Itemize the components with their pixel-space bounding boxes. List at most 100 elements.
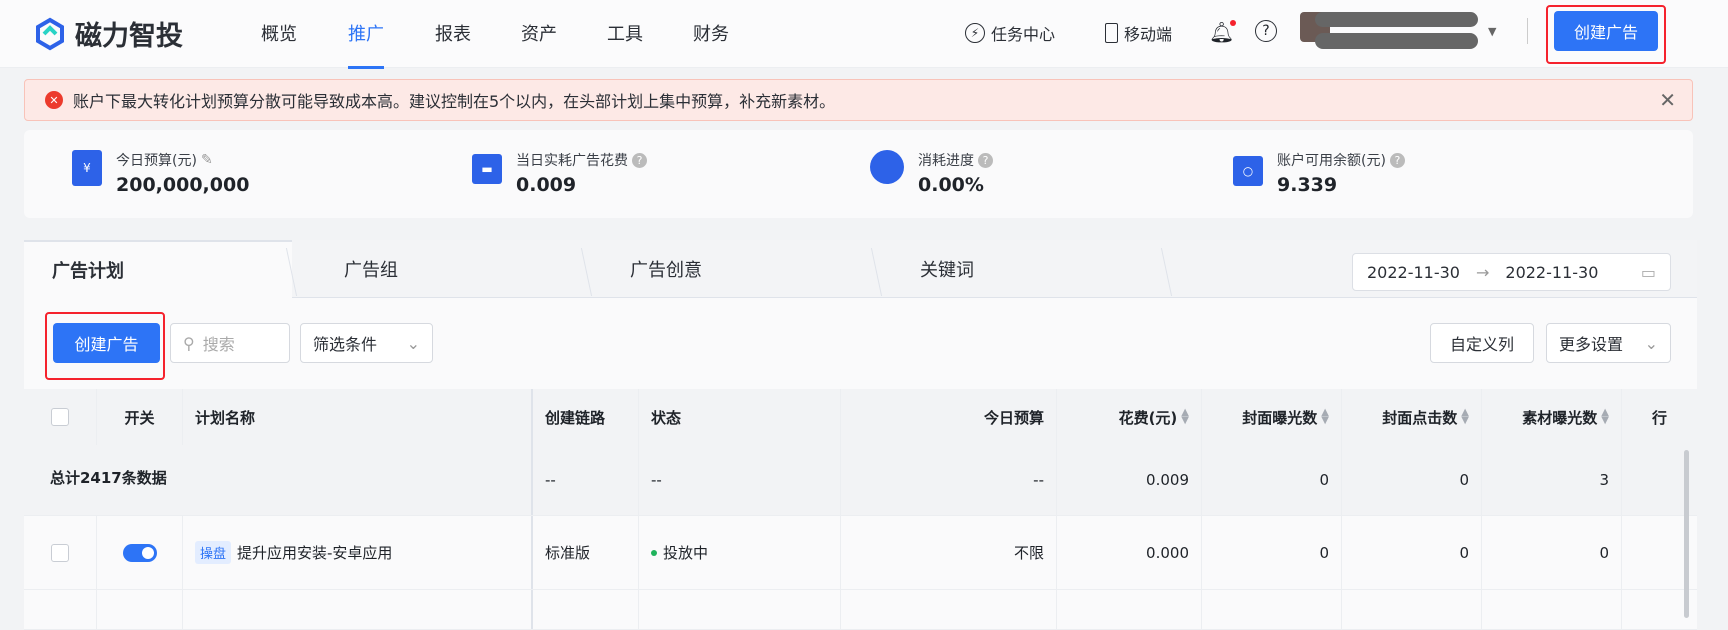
brand-logo[interactable]: 磁力智投 (33, 14, 183, 53)
search-input[interactable]: ⚲ 搜索 (170, 323, 290, 363)
stats-card (24, 130, 1693, 218)
stat-balance: ○ 账户可用余额(元)? 9.339 (1233, 150, 1405, 196)
task-center-link[interactable]: ⚡ 任务中心 (965, 21, 1055, 45)
table-row[interactable]: 操盘 提升应用安装-安卓应用 标准版 投放中 不限 0.000 0 0 0 (24, 516, 1697, 590)
col-status: 状态 (639, 389, 841, 445)
error-icon: ✕ (45, 91, 63, 109)
nav-tools[interactable]: 工具 (607, 20, 643, 46)
stat-label: 账户可用余额(元) (1277, 153, 1386, 169)
task-center-label: 任务中心 (991, 25, 1056, 44)
stat-label: 今日预算(元) (116, 153, 197, 169)
campaign-name[interactable]: 提升应用安装-安卓应用 (237, 542, 392, 563)
filter-dropdown[interactable]: 筛选条件 ⌄ (300, 323, 433, 363)
logo-icon (36, 17, 64, 50)
campaign-chain: 标准版 (533, 516, 639, 589)
campaign-cost: 0.000 (1057, 516, 1202, 589)
summary-budget: -- (841, 445, 1057, 515)
help-question-icon[interactable]: ? (978, 152, 993, 168)
more-settings-dropdown[interactable]: 更多设置 ⌄ (1546, 323, 1671, 363)
stat-value: 0.00% (918, 174, 984, 196)
create-ad-button[interactable]: 创建广告 (53, 323, 160, 363)
col-cost-label: 花费(元) (1118, 408, 1178, 427)
tab-creatives[interactable]: 广告创意 (602, 240, 872, 298)
campaign-material-impressions: 0 (1482, 516, 1622, 589)
pie-chart-icon (870, 150, 904, 184)
help-question-icon[interactable]: ? (1389, 152, 1405, 168)
chevron-down-icon: ⌄ (406, 333, 420, 353)
campaign-budget: 不限 (841, 516, 1057, 589)
phone-icon (1105, 23, 1118, 43)
campaign-status: 投放中 (639, 516, 841, 589)
col-cover-clicks[interactable]: 封面点击数 ▲ ▼ (1342, 389, 1482, 445)
table-header: 开关 计划名称 创建链路 状态 今日预算 花费(元) ▲ ▼ 封面曝光数 ▲ ▼ 封面点… (24, 389, 1697, 445)
campaign-cover-impressions: 0 (1202, 516, 1342, 589)
nav-overview[interactable]: 概览 (261, 20, 297, 46)
col-material-impressions[interactable]: 素材曝光数 ▲ ▼ (1482, 389, 1622, 445)
mobile-link[interactable]: 移动端 (1105, 21, 1172, 45)
status-label: 投放中 (663, 544, 709, 562)
stat-spend: ▬ 当日实耗广告花费? 0.009 (472, 150, 647, 196)
chevron-down-icon: ⌄ (1644, 333, 1658, 353)
sort-icon[interactable]: ▲ ▼ (1181, 408, 1189, 426)
sort-icon[interactable]: ▲ ▼ (1601, 408, 1609, 426)
stat-progress: 消耗进度? 0.00% (870, 150, 993, 196)
search-placeholder: 搜索 (202, 335, 235, 354)
col-label: 素材曝光数 (1522, 408, 1598, 427)
col-label: 封面曝光数 (1242, 408, 1318, 427)
more-settings-label: 更多设置 (1559, 335, 1624, 354)
brand-name: 磁力智投 (75, 21, 183, 52)
sort-icon[interactable]: ▲ ▼ (1321, 408, 1329, 426)
nav-promotion[interactable]: 推广 (348, 20, 384, 69)
date-range-picker[interactable]: 2022-11-30 → 2022-11-30 ▭ (1352, 253, 1671, 291)
tab-campaigns[interactable]: 广告计划 (24, 240, 292, 298)
tab-ad-groups[interactable]: 广告组 (316, 240, 586, 298)
stat-value: 0.009 (516, 174, 577, 196)
redacted-account-id (1315, 33, 1478, 49)
select-all-checkbox[interactable] (51, 408, 69, 426)
summary-cover-clicks: 0 (1342, 445, 1482, 515)
campaign-tag: 操盘 (195, 541, 232, 564)
summary-row: 总计2417条数据 -- -- -- 0.009 0 0 3 (24, 445, 1697, 516)
wallet-icon: ○ (1233, 156, 1263, 186)
row-checkbox[interactable] (51, 543, 69, 562)
nav-finance[interactable]: 财务 (693, 20, 729, 46)
edit-pencil-icon[interactable]: ✎ (201, 152, 213, 168)
status-dot-icon (651, 549, 657, 556)
col-cover-impressions[interactable]: 封面曝光数 ▲ ▼ (1202, 389, 1342, 445)
filter-label: 筛选条件 (313, 335, 378, 354)
calendar-icon: ▭ (1640, 262, 1656, 282)
sort-icon[interactable]: ▲ ▼ (1461, 408, 1469, 426)
stat-label: 消耗进度 (918, 153, 974, 169)
tab-keywords[interactable]: 关键词 (892, 240, 1162, 298)
stat-value: 9.339 (1277, 174, 1338, 196)
alert-message: 账户下最大转化计划预算分散可能导致成本高。建议控制在5个以内，在头部计划上集中预… (73, 92, 836, 111)
campaign-toggle[interactable] (122, 543, 157, 562)
header-create-ad-button[interactable]: 创建广告 (1554, 11, 1658, 51)
col-label: 封面点击数 (1382, 408, 1458, 427)
mobile-label: 移动端 (1124, 25, 1173, 44)
header-divider (1527, 18, 1528, 44)
stat-value: 200,000,000 (116, 174, 250, 196)
col-switch: 开关 (97, 389, 183, 445)
account-dropdown-icon[interactable]: ▼ (1488, 25, 1496, 38)
vertical-scrollbar[interactable] (1684, 450, 1689, 618)
warning-alert: ✕ 账户下最大转化计划预算分散可能导致成本高。建议控制在5个以内，在头部计划上集… (24, 79, 1693, 121)
col-cost[interactable]: 花费(元) ▲ ▼ (1057, 389, 1202, 445)
summary-cover-impressions: 0 (1202, 445, 1342, 515)
nav-reports[interactable]: 报表 (435, 20, 471, 46)
close-icon[interactable]: ✕ (1659, 88, 1676, 112)
stat-label: 当日实耗广告花费 (516, 153, 628, 169)
bell-icon[interactable]: 🔔︎ (1209, 20, 1237, 44)
col-more: 行 (1651, 408, 1667, 427)
summary-chain: -- (533, 445, 639, 515)
custom-columns-button[interactable]: 自定义列 (1430, 323, 1534, 363)
table-row-partial (24, 590, 1697, 630)
campaign-cover-clicks: 0 (1342, 516, 1482, 589)
wallet-card-icon: ▬ (472, 154, 502, 184)
redacted-account-name (1315, 12, 1478, 27)
nav-assets[interactable]: 资产 (521, 20, 557, 46)
help-icon[interactable]: ? (1255, 20, 1277, 42)
date-start: 2022-11-30 (1367, 262, 1460, 282)
summary-cost: 0.009 (1057, 445, 1202, 515)
help-question-icon[interactable]: ? (632, 152, 647, 168)
